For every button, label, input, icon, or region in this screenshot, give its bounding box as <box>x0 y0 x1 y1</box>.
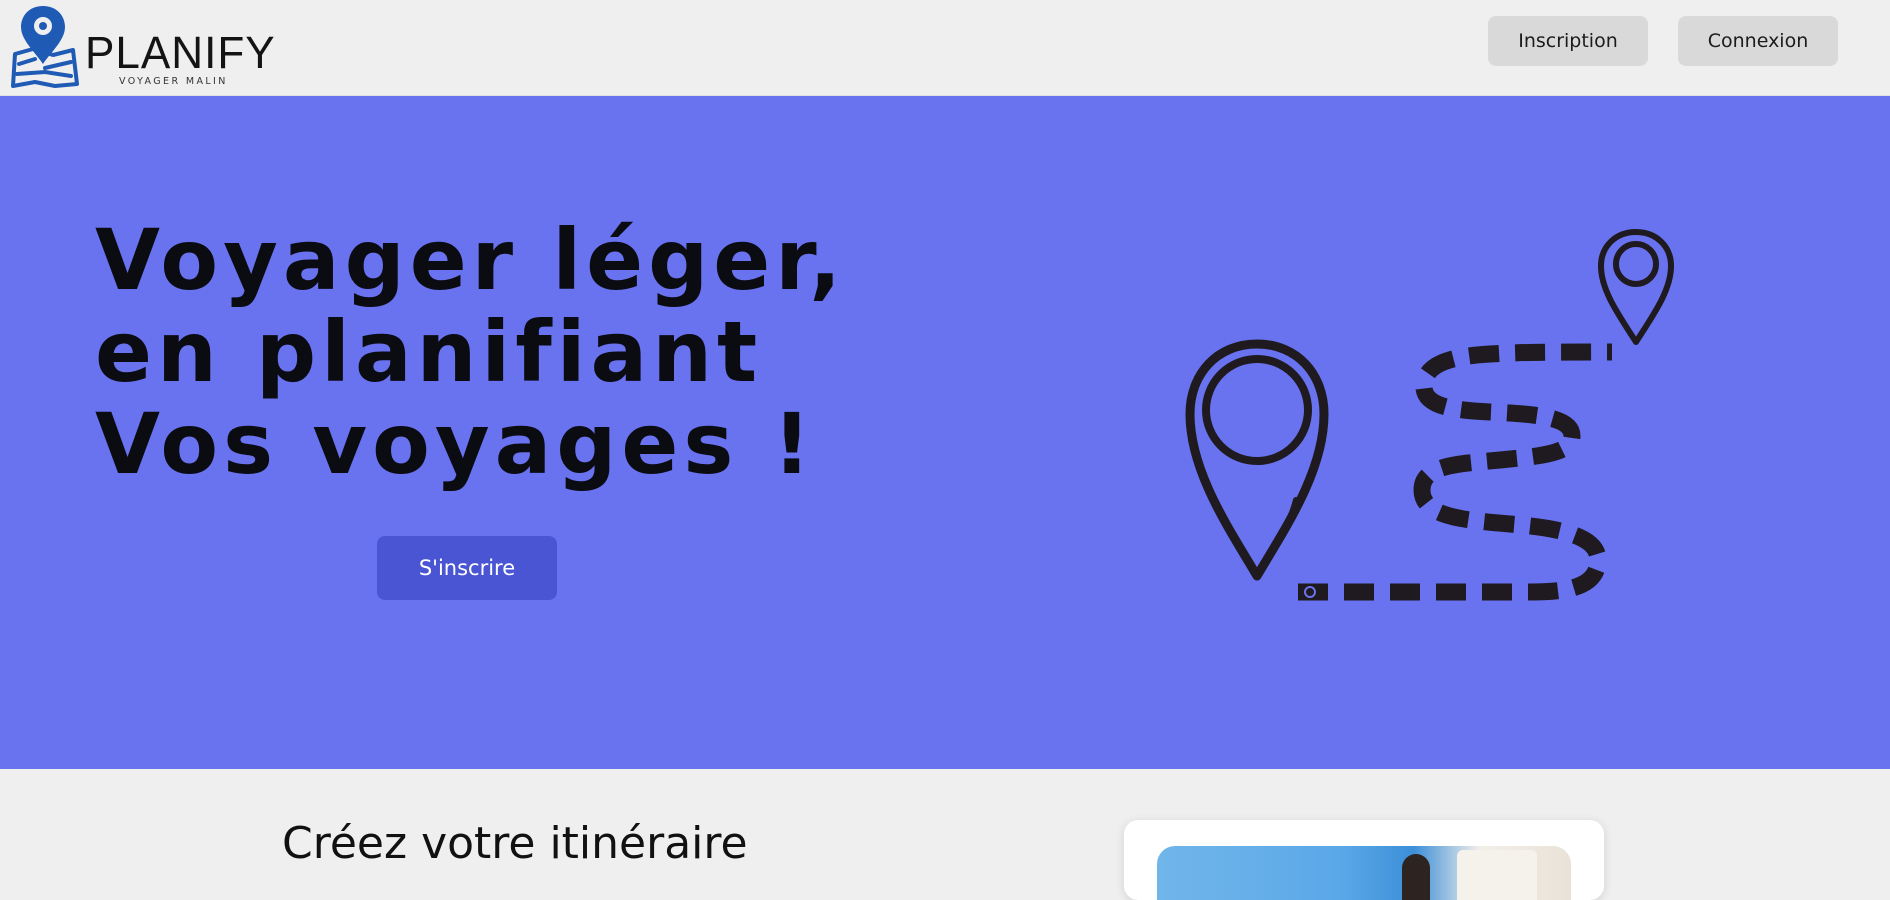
hero-title-line: en planifiant <box>95 303 763 401</box>
brand-name: PLANIFY <box>85 27 276 78</box>
card-photo <box>1157 846 1571 900</box>
map-pin-logo-icon <box>11 6 79 88</box>
route-map-pins-icon <box>1185 229 1674 601</box>
section-title: Créez votre itinéraire <box>282 818 748 869</box>
hero-title-line: Voyager léger, <box>95 211 847 309</box>
hero-title: Voyager léger, en planifiant Vos voyages… <box>95 214 846 490</box>
itinerary-card[interactable] <box>1124 820 1604 900</box>
hero-section: Voyager léger, en planifiant Vos voyages… <box>0 96 1890 769</box>
photo-building <box>1457 850 1537 900</box>
brand-tagline: VOYAGER MALIN <box>119 76 228 87</box>
brand-logo[interactable]: PLANIFY VOYAGER MALIN <box>5 2 275 90</box>
hero-title-line: Vos voyages ! <box>95 395 816 493</box>
signup-button[interactable]: Inscription <box>1488 16 1648 66</box>
top-nav: PLANIFY VOYAGER MALIN Inscription Connex… <box>0 0 1890 96</box>
login-button[interactable]: Connexion <box>1678 16 1838 66</box>
photo-person <box>1402 854 1430 900</box>
hero-signup-button[interactable]: S'inscrire <box>377 536 557 600</box>
